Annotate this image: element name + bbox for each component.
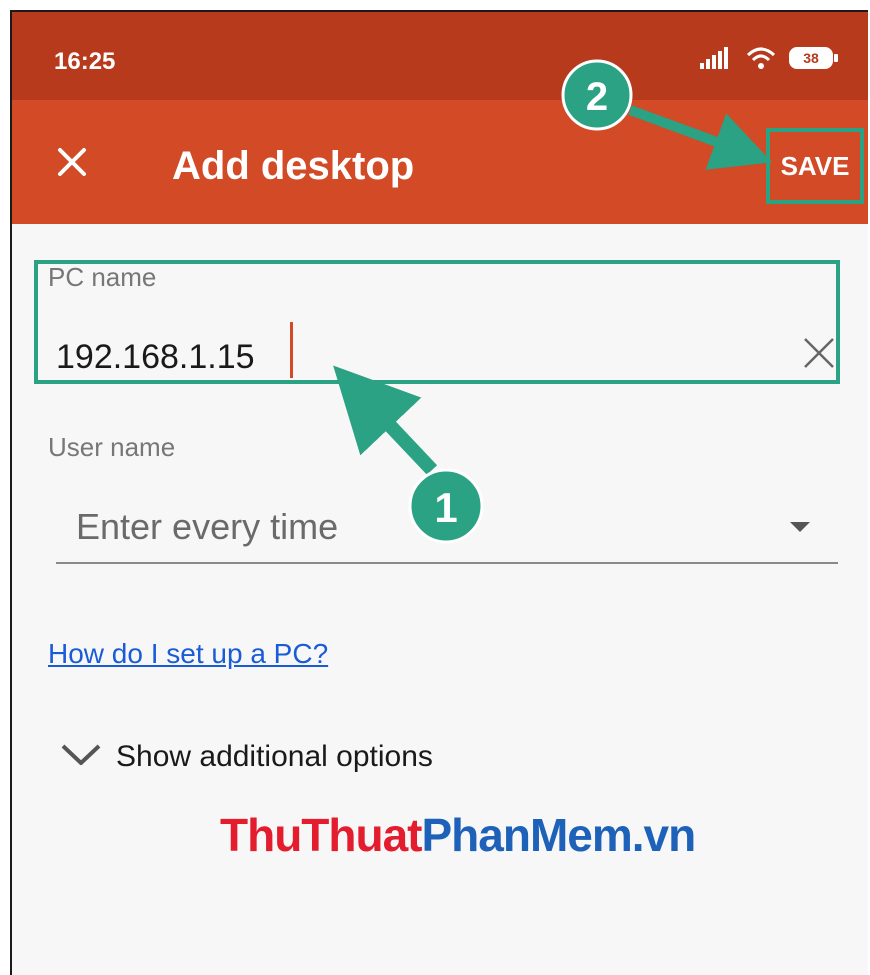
status-bar: 16:25 38 <box>12 12 868 100</box>
help-link[interactable]: How do I set up a PC? <box>48 638 328 670</box>
triangle-down-icon <box>790 522 810 532</box>
page-title: Add desktop <box>172 144 415 188</box>
pc-name-input[interactable]: 192.168.1.15 <box>56 338 255 377</box>
status-icons: 38 <box>700 46 840 70</box>
app-screen: 16:25 38 Add desktop SAVE PC name 192.16… <box>10 10 868 975</box>
battery-icon: 38 <box>788 46 840 70</box>
save-button[interactable]: SAVE <box>766 128 864 204</box>
status-time: 16:25 <box>54 48 116 75</box>
app-bar: Add desktop SAVE <box>12 100 868 224</box>
pc-name-label: PC name <box>48 262 157 292</box>
user-name-label: User name <box>48 432 176 462</box>
text-caret <box>290 322 293 378</box>
watermark-logo: ThuThuatPhanMem.vn <box>220 808 697 862</box>
clear-input-icon[interactable] <box>802 336 836 370</box>
battery-level: 38 <box>803 50 819 66</box>
watermark-part1: ThuThuat <box>220 809 422 861</box>
close-icon[interactable] <box>52 142 92 182</box>
watermark-part2: PhanMem.vn <box>421 809 697 861</box>
additional-options-label: Show additional options <box>116 740 433 773</box>
wifi-icon <box>746 46 776 70</box>
show-additional-options[interactable]: Show additional options <box>60 732 433 782</box>
user-name-selected: Enter every time <box>76 506 339 547</box>
user-name-select[interactable]: Enter every time <box>56 492 838 564</box>
signal-icon <box>700 47 734 69</box>
chevron-down-icon <box>60 743 102 772</box>
